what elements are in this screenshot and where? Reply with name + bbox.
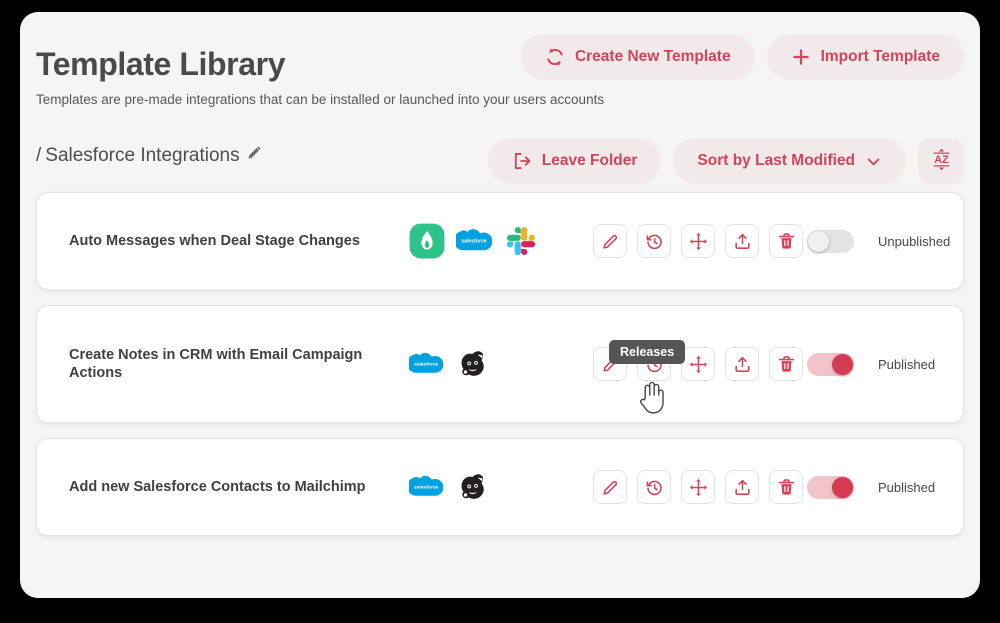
leave-folder-label: Leave Folder [541, 152, 638, 169]
upload-button[interactable] [725, 470, 759, 504]
delete-button[interactable] [769, 224, 803, 258]
edit-button[interactable] [593, 470, 627, 504]
leave-folder-button[interactable]: Leave Folder [487, 138, 662, 184]
releases-button[interactable] [637, 470, 671, 504]
refresh-cycle-icon [545, 47, 565, 67]
toggle-knob [832, 476, 853, 498]
row-status-group: Unpublished [807, 229, 951, 253]
salesforce-icon [409, 470, 443, 504]
row-action-group [593, 347, 803, 381]
header-actions: Create New Template Import Template [520, 34, 964, 80]
template-title: Auto Messages when Deal Stage Changes [69, 232, 360, 249]
releases-button[interactable] [637, 224, 671, 258]
template-library-card: Template Library Templates are pre-made … [20, 12, 980, 598]
plus-icon [791, 47, 811, 67]
status-badge: Published [878, 479, 936, 495]
delete-button[interactable] [769, 470, 803, 504]
row-action-group [593, 224, 803, 258]
app-icon-group [409, 469, 490, 505]
app-icon-group [409, 223, 539, 259]
breadcrumb-separator: / [36, 144, 42, 166]
publish-toggle[interactable] [807, 229, 854, 253]
template-title: Add new Salesforce Contacts to Mailchimp [69, 478, 366, 495]
pencil-icon[interactable] [246, 144, 263, 167]
salesforce-icon [409, 347, 443, 381]
toggle-knob [832, 353, 853, 375]
sort-dropdown[interactable]: Sort by Last Modified [673, 138, 906, 184]
row-status-group: Published [807, 352, 936, 376]
page-title: Template Library [36, 46, 286, 82]
releases-button[interactable] [637, 347, 671, 381]
mailchimp-icon [454, 469, 490, 505]
create-new-template-button[interactable]: Create New Template [520, 34, 755, 80]
template-title: Create Notes in CRM with Email Campaign … [69, 346, 363, 381]
create-new-template-label: Create New Template [574, 48, 731, 65]
sort-dropdown-label: Sort by Last Modified [697, 152, 855, 169]
table-row[interactable]: Create Notes in CRM with Email Campaign … [36, 305, 964, 423]
alphabetical-sort-button[interactable] [918, 138, 964, 184]
breadcrumb: / Salesforce Integrations [36, 144, 263, 167]
table-row[interactable]: Auto Messages when Deal Stage Changes Un… [36, 192, 964, 290]
page-subtitle: Templates are pre-made integrations that… [36, 92, 605, 107]
row-action-group [593, 470, 803, 504]
move-button[interactable] [681, 224, 715, 258]
publish-toggle[interactable] [807, 352, 854, 376]
import-template-label: Import Template [820, 48, 940, 65]
template-list: Auto Messages when Deal Stage Changes Un… [36, 192, 964, 551]
salesforce-icon [456, 223, 492, 259]
move-button[interactable] [681, 347, 715, 381]
exit-icon [512, 151, 532, 171]
slack-icon [503, 223, 539, 259]
a-z-sort-icon [928, 146, 955, 176]
folder-bar: / Salesforce Integrations Leave Folder S… [20, 130, 980, 192]
status-badge: Published [878, 356, 936, 372]
upload-button[interactable] [725, 224, 759, 258]
chevron-down-icon [865, 153, 882, 170]
publish-toggle[interactable] [807, 475, 854, 499]
delete-button[interactable] [769, 347, 803, 381]
import-template-button[interactable]: Import Template [766, 34, 964, 80]
move-button[interactable] [681, 470, 715, 504]
status-badge: Unpublished [878, 233, 951, 249]
row-status-group: Published [807, 475, 936, 499]
app-icon-group [409, 346, 490, 382]
toggle-knob [808, 230, 829, 252]
upload-button[interactable] [725, 347, 759, 381]
table-row[interactable]: Add new Salesforce Contacts to Mailchimp [36, 438, 964, 536]
folder-actions: Leave Folder Sort by Last Modified [487, 138, 964, 184]
green-app-icon [409, 223, 445, 259]
edit-button[interactable] [593, 347, 627, 381]
breadcrumb-folder-name: Salesforce Integrations [45, 144, 240, 166]
edit-button[interactable] [593, 224, 627, 258]
page-header: Template Library Templates are pre-made … [20, 12, 980, 130]
mailchimp-icon [454, 346, 490, 382]
